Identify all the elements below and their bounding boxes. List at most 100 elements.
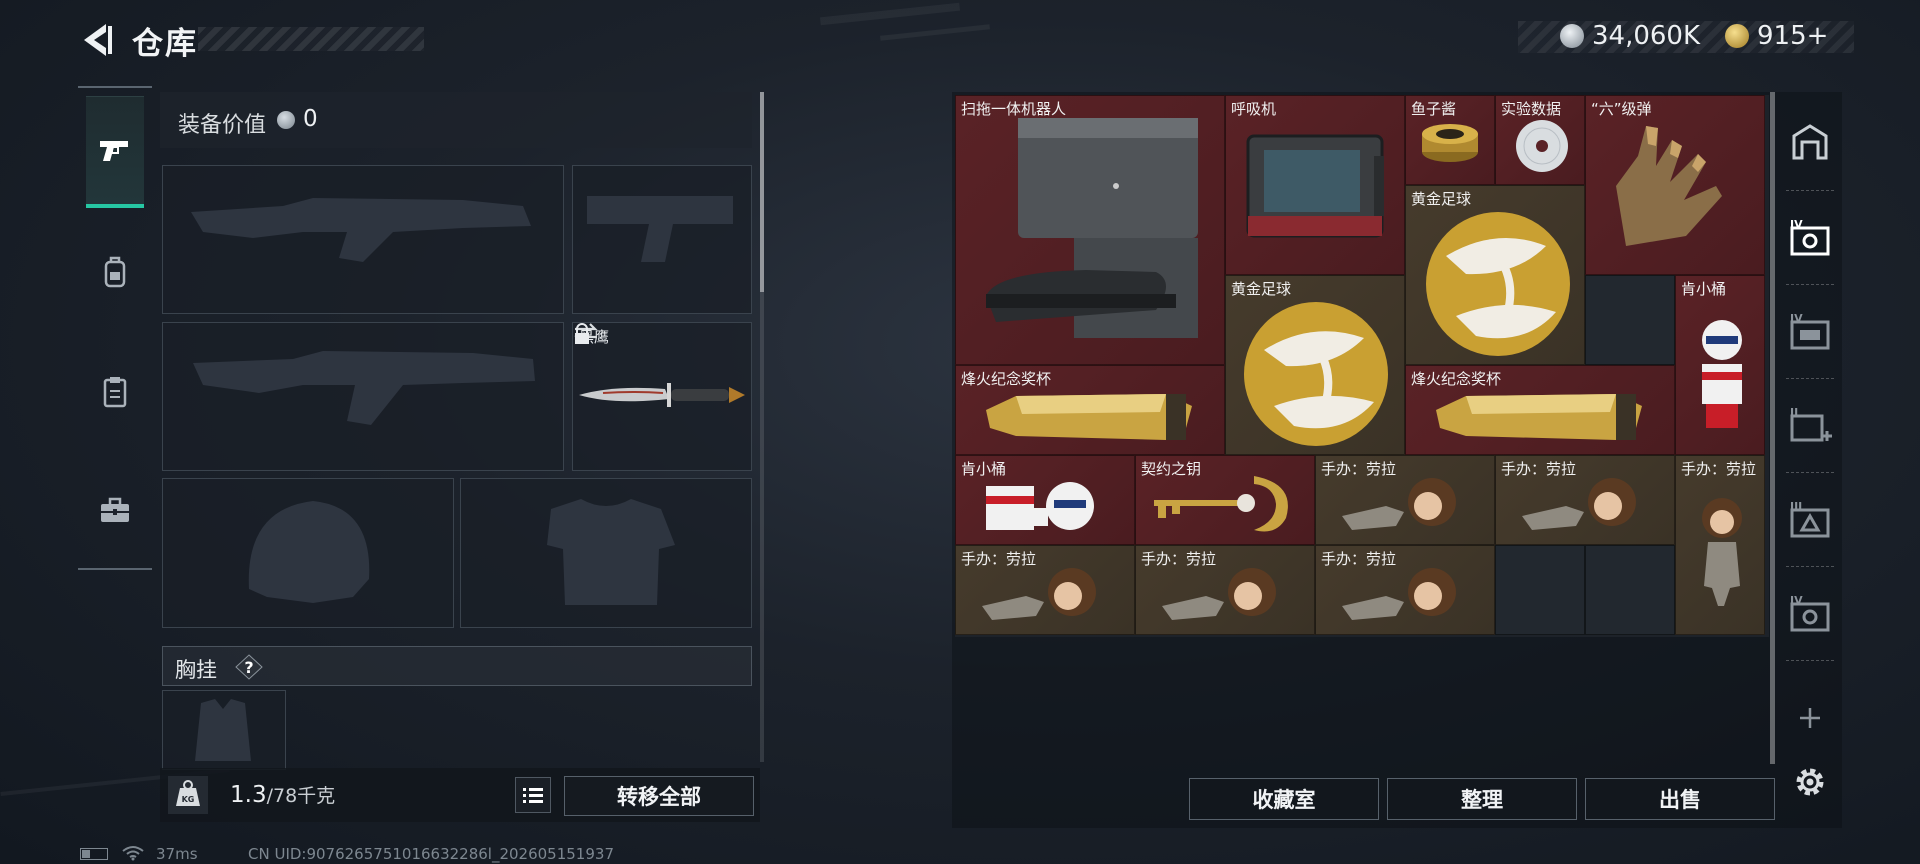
item-beacon-trophy[interactable]: 烽火纪念奖杯 [955,365,1225,455]
item-golden-football[interactable]: 黄金足球 [1405,185,1585,365]
item-grade-six-ammo[interactable]: “六”级弹 [1585,95,1765,275]
item-kfc-bucket-figure[interactable]: 肯小桶 [1675,275,1765,455]
container-iv-button[interactable]: IV [1786,214,1834,262]
item-name: 烽火纪念奖杯 [1411,370,1502,388]
weight-current: 1.3 [230,782,267,808]
storage-scrollbar[interactable] [1770,92,1775,764]
item-name: 黄金足球 [1231,280,1292,298]
weight-max: /78千克 [266,785,336,807]
container-iii-icon: III [1790,500,1830,538]
category-rail [78,86,152,570]
silver-coin-icon [1560,24,1584,48]
melee-slot[interactable]: 黑鹰 [572,322,752,471]
equipment-value-label: 装备价值 [178,113,267,138]
svg-text:II: II [1790,406,1798,419]
item-name: 契约之钥 [1141,460,1202,478]
ventilator-icon [1246,134,1384,238]
container-ii-add-icon: II [1790,406,1832,442]
container-iv-slot-button[interactable]: IV [1786,308,1834,356]
empty-cell[interactable] [1585,545,1675,635]
item-lara-figure[interactable]: 手办：劳拉 [1495,455,1675,545]
organize-button[interactable]: 整理 [1387,778,1577,820]
item-lara-figure[interactable]: 手办：劳拉 [1675,455,1765,635]
empty-cell[interactable] [1495,545,1585,635]
container-ii-add-button[interactable]: II [1786,402,1834,450]
add-container-button[interactable] [1786,694,1834,742]
item-lara-figure[interactable]: 手办：劳拉 [1315,545,1495,635]
container-iii-button[interactable]: III [1786,496,1834,544]
help-icon[interactable]: ? [235,654,263,680]
chest-rig-slot[interactable] [162,690,286,770]
vault-icon [1792,124,1828,160]
container-iv-secondary-button[interactable]: IV [1786,590,1834,638]
gold-currency[interactable]: 915+ [1725,21,1828,51]
transfer-all-button[interactable]: 转移全部 [564,776,754,816]
item-name: 肯小桶 [1681,280,1727,298]
primary-weapon-slot-1[interactable] [162,165,564,314]
tab-toolbox[interactable] [86,454,144,566]
svg-text:III: III [1790,500,1802,513]
pistol-slot[interactable] [572,165,752,314]
vault-icon-button[interactable] [1786,118,1834,166]
rifle-silhouette-icon [193,351,535,425]
tab-clipboard[interactable] [86,336,144,448]
rail-divider [1786,190,1834,191]
player-uid: CN UID:9076265751016632286l_202605151937 [248,845,614,863]
svg-text:KG: KG [182,795,195,804]
primary-weapon-slot-2[interactable] [162,322,564,471]
item-name: 呼吸机 [1231,100,1277,118]
list-view-button[interactable] [515,777,551,813]
item-kfc-bucket-figure[interactable]: 肯小桶 [955,455,1135,545]
helmet-slot[interactable] [162,478,454,628]
collection-room-button[interactable]: 收藏室 [1189,778,1379,820]
item-lara-figure[interactable]: 手办：劳拉 [1135,545,1315,635]
bullet-hand-icon [1616,126,1722,246]
item-name: 手办：劳拉 [961,550,1037,568]
item-lara-figure[interactable]: 手办：劳拉 [1315,455,1495,545]
item-name: 鱼子酱 [1411,100,1457,118]
svg-text:IV: IV [1790,218,1803,231]
item-lara-figure[interactable]: 手办：劳拉 [955,545,1135,635]
rail-divider [1786,566,1834,567]
back-button[interactable] [78,20,114,60]
equipment-scroll-thumb[interactable] [760,92,764,292]
settings-button[interactable] [1786,758,1834,806]
pistol-icon [100,140,128,161]
equipment-panel: 装备价值 0 黑鹰 胸挂 ? KG 1.3/78千克 转移全部 [160,92,764,822]
empty-cell[interactable] [1585,275,1675,365]
container-iv-secondary-icon: IV [1790,594,1830,632]
gold-currency-value: 915+ [1757,21,1829,51]
equipment-value-header: 装备价值 0 [160,92,752,148]
item-contract-key[interactable]: 契约之钥 [1135,455,1315,545]
item-name: 实验数据 [1501,100,1562,118]
rail-divider [1786,472,1834,473]
storage-panel: 扫拖一体机器人 呼吸机 鱼子酱 实验数据 “六”级弹 黄金足球 黄金足球 肯小桶… [952,92,1842,828]
item-golden-football[interactable]: 黄金足球 [1225,275,1405,455]
weight-bar: KG 1.3/78千克 转移全部 [160,768,760,822]
battery-icon [80,848,108,860]
silver-coin-icon [277,111,295,129]
weight-icon: KG [168,776,208,814]
item-beacon-trophy[interactable]: 烽火纪念奖杯 [1405,365,1675,455]
item-caviar[interactable]: 鱼子酱 [1405,95,1495,185]
item-name: 手办：劳拉 [1501,460,1577,478]
item-ventilator[interactable]: 呼吸机 [1225,95,1405,275]
ping-value: 37ms [156,845,198,863]
title-decoration [198,27,424,51]
tab-weapons[interactable] [86,96,144,208]
item-name: 手办：劳拉 [1681,460,1757,478]
silver-currency[interactable]: 34,060K [1560,21,1700,51]
background-streak [819,2,961,26]
item-name: 手办：劳拉 [1141,550,1217,568]
background-streak [880,24,990,41]
clipboard-icon [103,377,127,408]
tab-backpack[interactable] [86,216,144,328]
item-experiment-data[interactable]: 实验数据 [1495,95,1585,185]
sell-button[interactable]: 出售 [1585,778,1775,820]
armor-slot[interactable] [460,478,752,628]
pistol-silhouette-icon [587,196,733,262]
gold-triangle-coin-icon [1725,24,1749,48]
item-name: 烽火纪念奖杯 [961,370,1052,388]
chest-rig-bar[interactable]: 胸挂 ? [162,646,752,686]
item-robot-vacuum[interactable]: 扫拖一体机器人 [955,95,1225,365]
